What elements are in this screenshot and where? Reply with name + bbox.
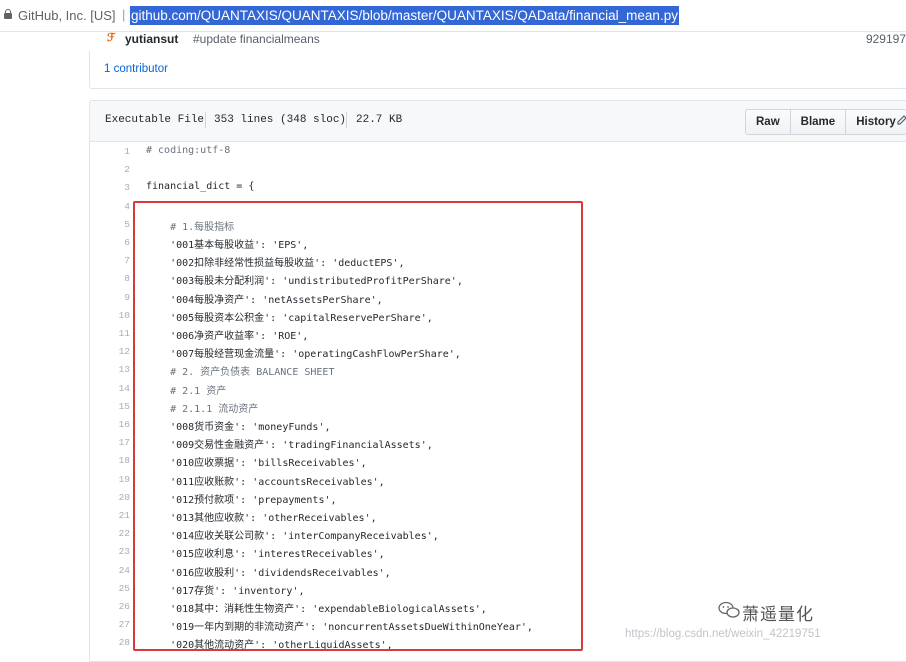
- line-number[interactable]: 14: [90, 383, 130, 394]
- line-number[interactable]: 23: [90, 546, 130, 557]
- wechat-icon: [718, 601, 740, 618]
- code-line: '008货币资金': 'moneyFunds',: [146, 422, 331, 433]
- line-number[interactable]: 2: [90, 164, 130, 175]
- address-bar[interactable]: GitHub, Inc. [US] | github.com/QUANTAXIS…: [0, 0, 906, 32]
- line-number[interactable]: 12: [90, 346, 130, 357]
- commit-sha[interactable]: 929197: [866, 32, 906, 46]
- file-mode: Executable File: [105, 114, 205, 126]
- code-line: '003每股未分配利润': 'undistributedProfitPerSha…: [146, 276, 463, 288]
- code-line: # 2.1 资产: [146, 385, 227, 397]
- line-number[interactable]: 17: [90, 437, 130, 448]
- contributors-link[interactable]: 1 contributor: [104, 63, 168, 75]
- line-number[interactable]: 28: [90, 637, 130, 648]
- code-line: # 2. 资产负债表 BALANCE SHEET: [146, 367, 335, 379]
- line-number[interactable]: 10: [90, 310, 130, 321]
- code-line: '019一年内到期的非流动资产': 'noncurrentAssetsDueWi…: [146, 622, 533, 634]
- code-line: '009交易性金融资产': 'tradingFinancialAssets',: [146, 440, 433, 452]
- line-number[interactable]: 4: [90, 201, 130, 212]
- header-divider: [346, 112, 347, 128]
- code-line: '001基本每股收益': 'EPS',: [146, 240, 309, 251]
- line-number[interactable]: 15: [90, 401, 130, 412]
- code-line: '006净资产收益率': 'ROE',: [146, 331, 309, 342]
- line-number[interactable]: 19: [90, 474, 130, 485]
- watermark-brand: 萧遥量化: [742, 605, 814, 625]
- code-line: '016应收股利': 'dividendsReceivables',: [146, 567, 391, 579]
- contributors-box: 1 contributor: [89, 51, 906, 89]
- code-line: '015应收利息': 'interestReceivables',: [146, 549, 385, 561]
- latest-commit: ℱ yutiansut #update financialmeans 92919…: [89, 31, 906, 51]
- code-line: # 2.1.1 流动资产: [146, 403, 259, 415]
- url-text[interactable]: github.com/QUANTAXIS/QUANTAXIS/blob/mast…: [130, 6, 679, 25]
- code-line: '012预付款项': 'prepayments',: [146, 494, 337, 506]
- line-number[interactable]: 11: [90, 328, 130, 339]
- watermark-url: https://blog.csdn.net/weixin_42219751: [625, 628, 821, 640]
- lock-icon: [4, 9, 12, 19]
- commit-author[interactable]: yutiansut: [125, 32, 178, 46]
- file-header: Executable File 353 lines (348 sloc) 22.…: [90, 101, 906, 142]
- code-line: '013其他应收款': 'otherReceivables',: [146, 513, 377, 524]
- address-separator: |: [122, 7, 126, 22]
- line-number[interactable]: 26: [90, 601, 130, 612]
- edit-pencil-icon[interactable]: [897, 115, 906, 125]
- line-number[interactable]: 25: [90, 583, 130, 594]
- code-line: '004每股净资产': 'netAssetsPerShare',: [146, 294, 383, 306]
- code-line: '017存货': 'inventory',: [146, 585, 305, 597]
- line-number[interactable]: 3: [90, 182, 130, 193]
- line-number[interactable]: 20: [90, 492, 130, 503]
- code-line: '002扣除非经常性损益每股收益': 'deductEPS',: [146, 258, 405, 270]
- line-number[interactable]: 6: [90, 237, 130, 248]
- raw-button[interactable]: Raw: [745, 109, 791, 135]
- code-line: '007每股经营现金流量': 'operatingCashFlowPerShar…: [146, 349, 461, 361]
- line-number[interactable]: 1: [90, 146, 130, 157]
- line-number[interactable]: 5: [90, 219, 130, 230]
- line-number[interactable]: 24: [90, 565, 130, 576]
- file-size: 22.7 KB: [356, 114, 403, 126]
- file-actions: Raw Blame History: [745, 109, 906, 135]
- file-view: Executable File 353 lines (348 sloc) 22.…: [89, 100, 906, 662]
- code-line: '018其中：消耗性生物资产': 'expendableBiologicalAs…: [146, 604, 487, 615]
- code-line: '014应收关联公司款': 'interCompanyReceivables',: [146, 531, 439, 543]
- line-number[interactable]: 9: [90, 292, 130, 303]
- file-line-count: 353 lines (348 sloc): [214, 114, 347, 126]
- header-divider: [205, 112, 206, 128]
- code-line: # 1.每股指标: [146, 221, 235, 233]
- line-number[interactable]: 27: [90, 619, 130, 630]
- code-line: financial_dict = {: [146, 181, 255, 193]
- line-number[interactable]: 7: [90, 255, 130, 266]
- code-line: '020其他流动资产': 'otherLiquidAssets',: [146, 640, 393, 652]
- line-number[interactable]: 22: [90, 528, 130, 539]
- line-number[interactable]: 16: [90, 419, 130, 430]
- line-number[interactable]: 18: [90, 455, 130, 466]
- line-number[interactable]: 13: [90, 364, 130, 375]
- code-line: '005每股资本公积金': 'capitalReservePerShare',: [146, 312, 433, 324]
- commit-message[interactable]: #update financialmeans: [193, 32, 320, 46]
- code-line: '010应收票据': 'billsReceivables',: [146, 458, 367, 470]
- code-line: # coding:utf-8: [146, 145, 231, 156]
- site-identity: GitHub, Inc. [US]: [18, 8, 116, 23]
- code-line: '011应收账款': 'accountsReceivables',: [146, 476, 385, 488]
- author-avatar-icon[interactable]: ℱ: [107, 31, 116, 44]
- line-number[interactable]: 21: [90, 510, 130, 521]
- blame-button[interactable]: Blame: [789, 109, 847, 135]
- line-number[interactable]: 8: [90, 273, 130, 284]
